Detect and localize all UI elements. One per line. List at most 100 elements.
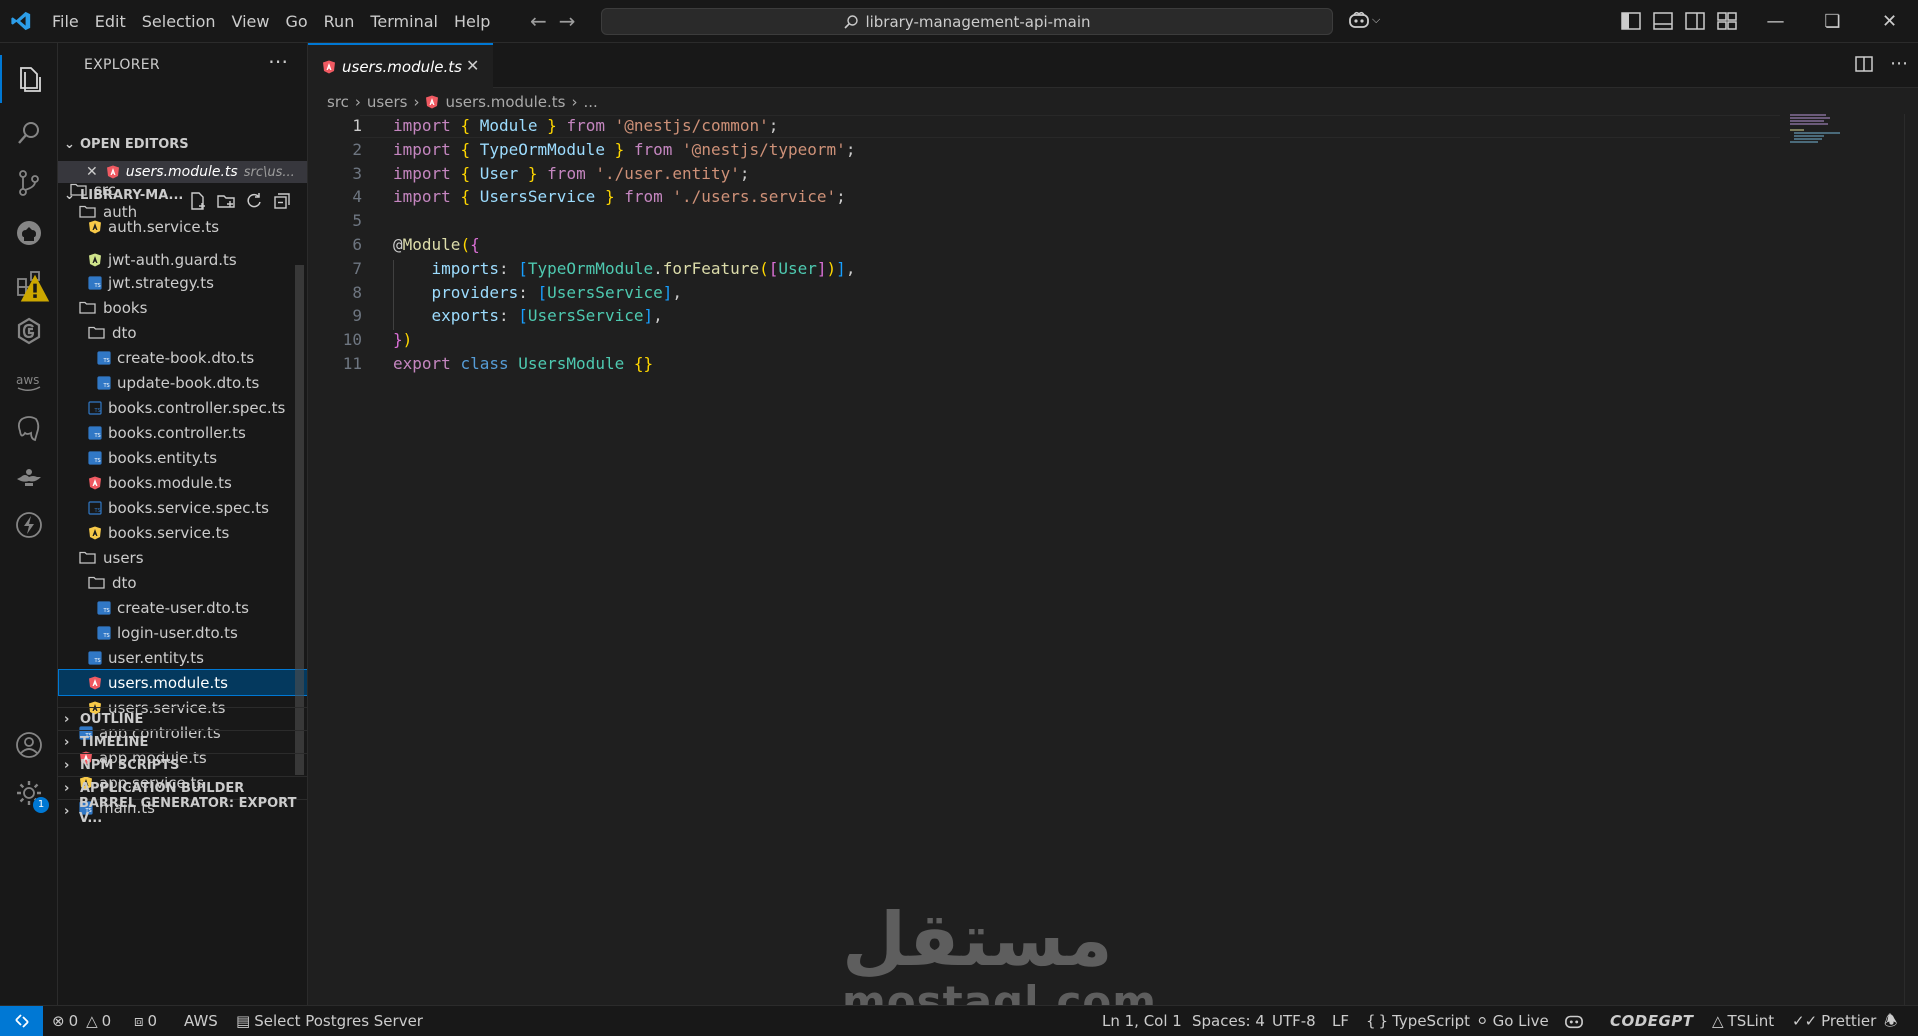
problems-status[interactable]: ⊗ 0 △ 0 [52, 1006, 111, 1036]
breadcrumb-symbol[interactable]: ... [583, 93, 597, 111]
genie-icon[interactable] [11, 459, 47, 495]
accounts-icon[interactable] [11, 727, 47, 763]
codegpt-status[interactable]: CODEGPT [1610, 1006, 1694, 1036]
copilot-status[interactable] [1564, 1006, 1584, 1036]
remote-button[interactable] [0, 1006, 43, 1036]
postgres-icon[interactable] [11, 411, 47, 447]
npm-scripts-header[interactable]: › NPM SCRIPTS [58, 754, 307, 776]
tree-file[interactable]: auth.service.ts [58, 220, 307, 234]
application-builder-label: APPLICATION BUILDER [80, 780, 245, 796]
tree-scrollbar[interactable] [295, 265, 304, 775]
menu-go[interactable]: Go [277, 0, 315, 43]
breadcrumb-users[interactable]: users [367, 93, 408, 111]
tree-file[interactable]: TS create-book.dto.ts [58, 344, 307, 371]
code-token: : [498, 306, 519, 326]
source-control-icon[interactable] [11, 165, 47, 201]
minimize-button[interactable]: — [1747, 0, 1804, 43]
postgres-status[interactable]: ▤ Select Postgres Server [236, 1006, 423, 1036]
split-editor-icon[interactable] [1854, 54, 1874, 74]
tree-file[interactable]: TS login-user.dto.ts [58, 619, 307, 646]
tree-folder[interactable]: books [58, 294, 307, 321]
tree-file[interactable]: TS books.entity.ts [58, 444, 307, 471]
chevron-right-icon: › [64, 780, 70, 796]
restore-button[interactable]: ❏ [1804, 0, 1861, 43]
extensions-icon[interactable] [11, 265, 50, 302]
command-center-search[interactable]: library-management-api-main [601, 8, 1333, 35]
menu-help[interactable]: Help [446, 0, 498, 43]
tree-file[interactable]: TS create-user.dto.ts [58, 594, 307, 621]
code-token: , [672, 282, 683, 302]
toggle-panel-icon[interactable] [1652, 10, 1674, 32]
tree-file[interactable]: users.module.ts [58, 669, 307, 696]
menu-terminal[interactable]: Terminal [362, 0, 446, 43]
barrel-generator-header[interactable]: › BARREL GENERATOR: EXPORT V... [58, 796, 307, 826]
more-actions-icon[interactable]: ⋯ [1890, 54, 1908, 74]
aws-status[interactable]: AWS [184, 1006, 218, 1036]
code-token: ; [836, 187, 846, 207]
close-window-button[interactable]: ✕ [1861, 0, 1918, 43]
tslint-status[interactable]: △ TSLint [1712, 1006, 1774, 1036]
cursor-position[interactable]: Ln 1, Col 1 [1102, 1006, 1182, 1036]
back-arrow-icon[interactable]: ← [530, 10, 547, 32]
code-editor[interactable]: 1 import { Module } from '@nestjs/common'… [308, 114, 1768, 376]
menu-run[interactable]: Run [316, 0, 363, 43]
minimap[interactable] [1790, 114, 1842, 144]
forward-arrow-icon[interactable]: → [559, 10, 576, 32]
tree-item-label: jwt-auth.guard.ts [108, 250, 237, 269]
angular-file-icon [89, 476, 101, 489]
toggle-secondary-sidebar-icon[interactable] [1684, 10, 1706, 32]
tree-file[interactable]: TS books.service.spec.ts [58, 494, 307, 521]
more-actions-icon[interactable]: ⋯ [268, 49, 288, 73]
encoding[interactable]: UTF-8 [1272, 1006, 1316, 1036]
explorer-icon[interactable] [11, 61, 47, 97]
title-bar: File Edit Selection View Go Run Terminal… [0, 0, 1918, 43]
github-icon[interactable] [11, 215, 47, 251]
vscode-logo-icon [11, 11, 31, 31]
notifications-button[interactable]: 🕭 [1884, 1006, 1897, 1036]
menu-file[interactable]: File [44, 0, 87, 43]
outline-header[interactable]: › OUTLINE [58, 708, 307, 730]
prettier-status[interactable]: ✓✓ Prettier [1792, 1006, 1876, 1036]
breadcrumb-src[interactable]: src [327, 93, 349, 111]
gitlens-icon[interactable] [11, 313, 47, 349]
tree-file[interactable]: books.service.ts [58, 519, 307, 546]
ports-status[interactable]: ⧈ 0 [134, 1006, 157, 1036]
tab-users-module[interactable]: users.module.ts ✕ [308, 43, 493, 88]
tree-file[interactable]: TS books.controller.ts [58, 419, 307, 446]
go-live-button[interactable]: ⚪ Go Live [1476, 1006, 1549, 1036]
code-text: }) [393, 328, 412, 352]
code-line: 2 import { TypeOrmModule } from '@nestjs/… [308, 138, 1768, 162]
search-view-icon[interactable] [11, 115, 47, 151]
breadcrumb-file[interactable]: users.module.ts [445, 93, 565, 111]
tree-item-label: auth.service.ts [108, 220, 220, 234]
code-token: UsersModule [518, 353, 625, 373]
tree-folder[interactable]: users [58, 544, 307, 571]
customize-layout-icon[interactable] [1716, 10, 1738, 32]
tree-folder[interactable]: dto [58, 319, 307, 346]
menu-view[interactable]: View [224, 0, 278, 43]
tree-file[interactable]: TS user.entity.ts [58, 644, 307, 671]
language-mode[interactable]: { } TypeScript [1366, 1006, 1470, 1036]
tree-file[interactable]: TS jwt.strategy.ts [58, 269, 307, 296]
close-icon[interactable]: ✕ [466, 56, 479, 75]
tree-file[interactable]: TS books.controller.spec.ts [58, 394, 307, 421]
copilot-button[interactable]: ⌵ [1348, 10, 1380, 30]
toggle-primary-sidebar-icon[interactable] [1620, 10, 1642, 32]
thunder-client-icon[interactable] [11, 507, 47, 543]
editor-scrollbar[interactable] [1904, 114, 1918, 1005]
code-text: export class UsersModule {} [393, 352, 653, 376]
timeline-header[interactable]: › TIMELINE [58, 731, 307, 753]
tree-file[interactable]: TS update-book.dto.ts [58, 369, 307, 396]
settings-gear-icon[interactable]: 1 [11, 775, 49, 813]
end-of-line[interactable]: LF [1332, 1006, 1349, 1036]
indentation[interactable]: Spaces: 4 [1192, 1006, 1265, 1036]
menu-edit[interactable]: Edit [87, 0, 134, 43]
code-line: 3 import { User } from './user.entity'; [308, 162, 1768, 186]
code-token: '@nestjs/typeorm' [682, 139, 846, 159]
tree-folder[interactable]: dto [58, 569, 307, 596]
menu-selection[interactable]: Selection [134, 0, 224, 43]
tree-file[interactable]: books.module.ts [58, 469, 307, 496]
angular-file-icon [89, 676, 101, 689]
open-editors-header[interactable]: ⌄ OPEN EDITORS [58, 133, 307, 155]
aws-icon[interactable]: aws [11, 363, 47, 399]
